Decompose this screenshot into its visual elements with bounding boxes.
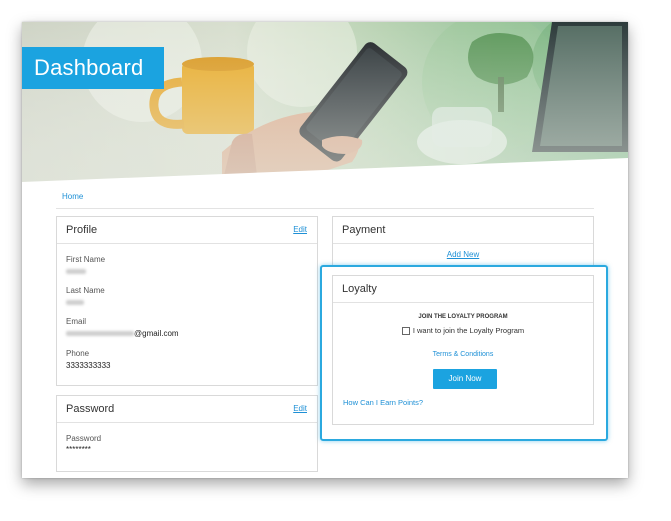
profile-card: Profile Edit First Name Last Name Email … xyxy=(56,216,318,386)
first-name-field: First Name xyxy=(66,255,105,276)
join-loyalty-checkbox-label[interactable]: I want to join the Loyalty Program xyxy=(413,326,524,335)
password-field: Password ******** xyxy=(66,434,101,454)
payment-card-header: Payment xyxy=(333,217,593,244)
payment-card: Payment Add New xyxy=(332,216,594,266)
first-name-label: First Name xyxy=(66,255,106,264)
loyalty-title: Loyalty xyxy=(342,283,377,295)
hero-banner: Dashboard xyxy=(22,22,628,184)
add-new-payment-link[interactable]: Add New xyxy=(447,250,479,259)
last-name-redacted-value xyxy=(66,300,84,306)
phone-label: Phone xyxy=(66,349,90,358)
loyalty-checkbox-row: I want to join the Loyalty Program xyxy=(333,326,593,336)
profile-edit-link[interactable]: Edit xyxy=(293,217,307,243)
loyalty-card-header: Loyalty xyxy=(333,276,593,303)
payment-add-new-wrap: Add New xyxy=(333,250,593,259)
join-now-button[interactable]: Join Now xyxy=(433,369,497,389)
phone-field: Phone 3333333333 xyxy=(66,349,111,370)
email-field: Email @gmail.com xyxy=(66,317,179,338)
password-label: Password xyxy=(66,434,102,443)
password-card: Password Edit Password ******** xyxy=(56,395,318,472)
password-edit-link[interactable]: Edit xyxy=(293,396,307,422)
password-value: ******** xyxy=(66,445,91,454)
password-card-header: Password Edit xyxy=(57,396,317,423)
last-name-field: Last Name xyxy=(66,286,105,307)
profile-title: Profile xyxy=(66,224,98,236)
terms-wrap: Terms & Conditions xyxy=(333,351,593,358)
email-label: Email xyxy=(66,317,87,326)
earn-points-wrap: How Can I Earn Points? xyxy=(343,398,423,407)
password-title: Password xyxy=(66,403,115,415)
first-name-redacted-value xyxy=(66,269,86,275)
breadcrumb-divider xyxy=(56,208,594,209)
email-redacted-value xyxy=(66,331,134,337)
loyalty-heading: JOIN THE LOYALTY PROGRAM xyxy=(418,314,508,320)
app-window: Dashboard Home Profile Edit First Name L… xyxy=(22,22,628,478)
phone-value: 3333333333 xyxy=(66,361,111,370)
page-title: Dashboard xyxy=(22,47,164,89)
loyalty-card: Loyalty JOIN THE LOYALTY PROGRAM I want … xyxy=(332,275,594,425)
earn-points-link[interactable]: How Can I Earn Points? xyxy=(343,398,423,407)
last-name-label: Last Name xyxy=(66,286,105,295)
payment-title: Payment xyxy=(342,224,386,236)
profile-card-header: Profile Edit xyxy=(57,217,317,244)
terms-conditions-link[interactable]: Terms & Conditions xyxy=(433,351,494,358)
email-domain: @gmail.com xyxy=(134,329,179,338)
join-loyalty-checkbox[interactable] xyxy=(401,327,410,336)
breadcrumb-home-link[interactable]: Home xyxy=(62,192,83,201)
